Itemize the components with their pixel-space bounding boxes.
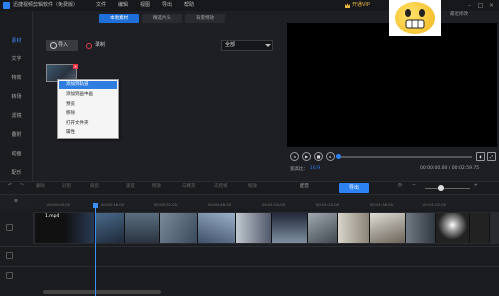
video-clip[interactable]: [95, 213, 125, 243]
tick-label: 00:00:16.00: [101, 202, 125, 207]
ctx-open-folder[interactable]: 打开文件夹: [59, 120, 117, 128]
ctx-add-to-track[interactable]: 添加到轨道: [59, 81, 117, 89]
sidebar-item-filter[interactable]: 滤镜: [0, 112, 33, 119]
sidebar-item-overlay[interactable]: 叠附: [0, 131, 33, 138]
volume-icon[interactable]: ◖: [476, 152, 485, 161]
zoom-slider[interactable]: [425, 188, 470, 189]
emoji-sticker: [389, 0, 441, 36]
menu-edit[interactable]: 编辑: [118, 0, 128, 11]
menu-help[interactable]: 帮助: [184, 0, 194, 11]
remove-icon[interactable]: ×: [73, 64, 78, 69]
zoom-knob[interactable]: [438, 185, 444, 191]
sidebar-item-media[interactable]: 素材: [0, 37, 33, 44]
record-icon[interactable]: [86, 43, 92, 49]
export-button[interactable]: 导出: [339, 183, 369, 193]
context-menu: 添加到轨道 添加到画中画 预览 移除 打开文件夹 属性: [57, 79, 119, 139]
record-label[interactable]: 录制: [95, 40, 105, 51]
fullscreen-icon[interactable]: ⤢: [487, 152, 496, 161]
tick-label: 00:01:20.00: [316, 202, 340, 207]
timeline-scrollbar[interactable]: [43, 290, 161, 294]
maximize-icon[interactable]: □: [477, 2, 484, 9]
tick-label: 00:00:00.00: [47, 202, 71, 207]
pip-track[interactable]: [0, 246, 499, 266]
zoom-button[interactable]: 缩放: [248, 183, 257, 189]
tab-intro[interactable]: 精选片头: [142, 14, 182, 23]
menu-export[interactable]: 导出: [162, 0, 172, 11]
vip-button[interactable]: 开通VIP: [352, 0, 370, 11]
crown-icon: [345, 3, 350, 8]
tab-background[interactable]: 背景特效: [185, 14, 225, 23]
video-clip[interactable]: [406, 213, 436, 243]
delete-button[interactable]: 删除: [36, 183, 45, 189]
stop-icon[interactable]: ■: [314, 152, 323, 161]
ctx-add-to-pip[interactable]: 添加到画中画: [59, 91, 117, 99]
sidebar-item-effects[interactable]: 特效: [0, 74, 33, 81]
minimize-icon[interactable]: –: [466, 2, 473, 9]
progress-knob[interactable]: [336, 154, 341, 159]
tick-label: 00:01:52.00: [423, 202, 447, 207]
video-clip[interactable]: [370, 213, 406, 243]
playhead[interactable]: [95, 203, 96, 296]
clip-name: 1.mp4: [45, 214, 60, 219]
mosaic-button[interactable]: 马赛克: [182, 183, 196, 189]
tab-local-media[interactable]: 本地素材: [99, 14, 139, 23]
video-clip[interactable]: [160, 213, 198, 243]
undo-icon[interactable]: ↶: [8, 183, 12, 188]
ctx-properties[interactable]: 属性: [59, 129, 117, 137]
text-track[interactable]: [0, 266, 499, 286]
crop-button[interactable]: 裁剪: [90, 183, 99, 189]
emoji-face-icon: [395, 2, 435, 34]
sidebar-item-text[interactable]: 文字: [0, 55, 33, 62]
tick-label: 00:01:04.00: [262, 202, 286, 207]
tick-label: 00:00:32.00: [154, 202, 178, 207]
video-clip[interactable]: [272, 213, 308, 243]
sidebar-item-transition[interactable]: 转场: [0, 93, 33, 100]
video-track-icon: [6, 224, 13, 231]
ratio-label: 宽高比：: [290, 167, 308, 172]
progress-slider[interactable]: [338, 156, 472, 158]
video-clip[interactable]: [35, 213, 95, 243]
close-icon[interactable]: ×: [488, 2, 495, 9]
pip-track-icon: [6, 252, 13, 259]
freeze-button[interactable]: 冻结帧: [214, 183, 228, 189]
video-clip[interactable]: [236, 213, 272, 243]
text-track-icon: [6, 272, 13, 279]
ctx-remove[interactable]: 移除: [59, 110, 117, 118]
import-icon: [50, 42, 57, 49]
ratio-select[interactable]: 16:9: [310, 166, 320, 171]
video-clip[interactable]: [470, 213, 490, 243]
recent-modified-label: 最近修改: [450, 12, 468, 17]
split-button[interactable]: 分割: [62, 183, 71, 189]
app-title: 迅捷视频剪辑软件（免费版）: [13, 2, 79, 8]
chevron-down-icon: [265, 44, 271, 47]
tick-label: 00:01:36.00: [370, 202, 394, 207]
app-logo-icon: [3, 2, 10, 9]
speed-button[interactable]: 速度: [126, 183, 135, 189]
dub-button[interactable]: 配音: [300, 183, 309, 189]
step-back-icon[interactable]: ◂: [290, 152, 299, 161]
track-settings-icon[interactable]: ≡: [14, 199, 18, 204]
ctx-preview[interactable]: 预览: [59, 101, 117, 109]
zoom-out-icon[interactable]: −: [412, 183, 416, 188]
video-clip[interactable]: [436, 213, 470, 243]
play-icon[interactable]: ▶: [302, 152, 311, 161]
time-readout: 00:00:00.00 / 00:02:59.75: [420, 166, 480, 171]
video-clip[interactable]: [338, 213, 370, 243]
zoom-in-icon[interactable]: +: [474, 183, 478, 188]
preview-screen: [287, 23, 497, 147]
sidebar-item-music[interactable]: 配乐: [0, 169, 33, 176]
menu-file[interactable]: 文件: [96, 0, 106, 11]
reverse-button[interactable]: 倒放: [152, 183, 161, 189]
redo-icon[interactable]: ↷: [20, 183, 24, 188]
sidebar-item-animation[interactable]: 动画: [0, 150, 33, 157]
app-window: 迅捷视频剪辑软件（免费版） 文件 编辑 视图 导出 帮助 开通VIP – □ ×…: [0, 0, 499, 296]
video-clip[interactable]: [198, 213, 236, 243]
step-forward-icon[interactable]: ▸: [326, 152, 335, 161]
video-clip[interactable]: [308, 213, 338, 243]
video-clip[interactable]: [125, 213, 160, 243]
menu-view[interactable]: 视图: [140, 0, 150, 11]
tick-label: 00:00:48.00: [208, 202, 232, 207]
clock-icon[interactable]: ◷: [398, 183, 402, 188]
